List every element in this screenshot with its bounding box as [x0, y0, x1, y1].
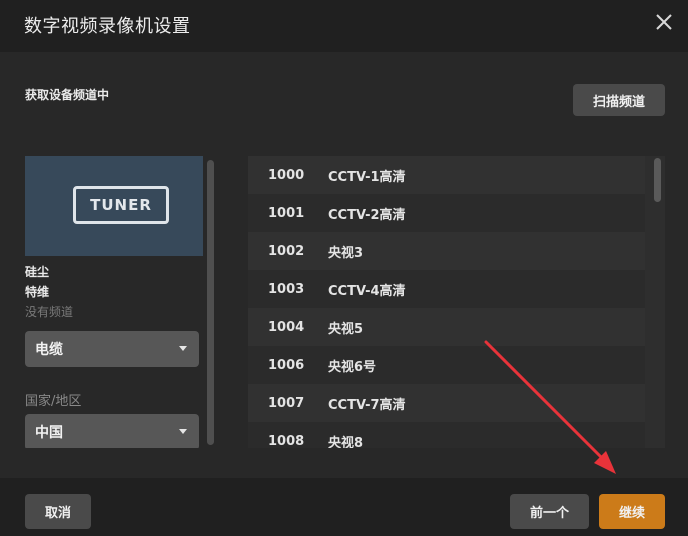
continue-button[interactable]: 继续 — [599, 494, 665, 529]
dialog-header: 数字视频录像机设置 — [0, 0, 688, 52]
channel-number: 1004 — [268, 319, 305, 335]
channel-name: 央视8 — [328, 435, 364, 449]
dialog-footer: 取消 前一个 继续 — [0, 478, 688, 536]
channel-row[interactable]: 1001 CCTV-2高清 — [248, 194, 645, 232]
chevron-down-icon — [179, 346, 187, 351]
channel-list: 1000 CCTV-1高清 1001 CCTV-2高清 1002 央视3 100… — [248, 156, 645, 448]
chevron-down-icon — [179, 429, 187, 434]
region-select[interactable]: 中国 — [25, 414, 199, 448]
channel-name: CCTV-2高清 — [328, 207, 406, 223]
source-select[interactable]: 电缆 — [25, 331, 199, 367]
no-channels-text: 没有频道 — [25, 305, 74, 319]
scan-channels-button[interactable]: 扫描频道 — [573, 84, 665, 116]
device-panel: TUNER 硅尘 特维 没有频道 电缆 国家/地区 中国 — [25, 156, 203, 448]
region-select-value: 中国 — [35, 425, 63, 441]
channel-number: 1001 — [268, 205, 305, 221]
channel-row[interactable]: 1006 央视6号 — [248, 346, 645, 384]
channel-row[interactable]: 1000 CCTV-1高清 — [248, 156, 645, 194]
channel-name: CCTV-4高清 — [328, 283, 406, 299]
tuner-label: TUNER — [73, 186, 169, 224]
cancel-button[interactable]: 取消 — [25, 494, 91, 529]
close-button[interactable] — [654, 12, 674, 32]
channel-number: 1007 — [268, 395, 305, 411]
region-label: 国家/地区 — [25, 394, 82, 409]
source-select-value: 电缆 — [35, 342, 63, 358]
channel-number: 1002 — [268, 243, 305, 259]
previous-button[interactable]: 前一个 — [510, 494, 589, 529]
channel-number: 1003 — [268, 281, 305, 297]
tuner-image: TUNER — [25, 156, 203, 256]
channel-row[interactable]: 1003 CCTV-4高清 — [248, 270, 645, 308]
channel-number: 1006 — [268, 357, 305, 373]
channel-name: 央视5 — [328, 321, 364, 337]
channel-name: CCTV-7高清 — [328, 397, 406, 413]
channel-row[interactable]: 1008 央视8 — [248, 422, 645, 448]
device-name: 硅尘 — [25, 265, 50, 279]
channel-number: 1000 — [268, 167, 305, 183]
channel-row[interactable]: 1004 央视5 — [248, 308, 645, 346]
channel-row[interactable]: 1002 央视3 — [248, 232, 645, 270]
channel-number: 1008 — [268, 433, 305, 449]
left-scrollbar[interactable] — [207, 160, 214, 445]
dialog-title: 数字视频录像机设置 — [24, 16, 191, 37]
channel-name: 央视6号 — [328, 359, 377, 375]
channel-name: CCTV-1高清 — [328, 169, 406, 185]
channel-list-scrollbar[interactable] — [654, 158, 661, 202]
status-text: 获取设备频道中 — [25, 88, 110, 102]
channel-name: 央视3 — [328, 245, 364, 261]
close-icon — [656, 14, 672, 30]
device-model: 特维 — [25, 285, 50, 299]
channel-row[interactable]: 1007 CCTV-7高清 — [248, 384, 645, 422]
